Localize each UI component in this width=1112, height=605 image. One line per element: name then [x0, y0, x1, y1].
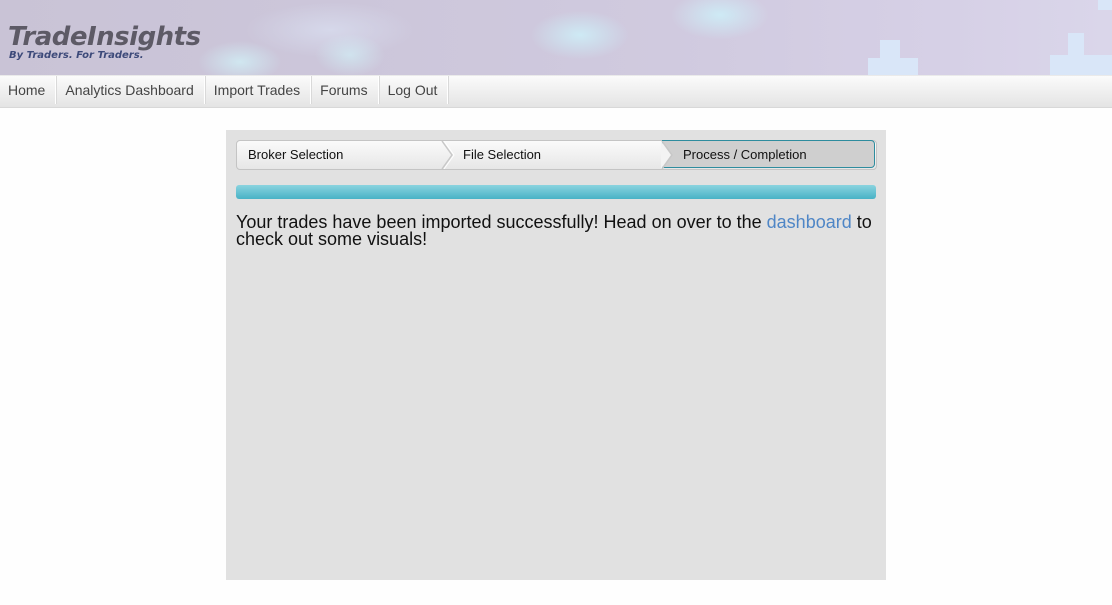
nav-import-trades[interactable]: Import Trades	[206, 76, 312, 104]
nav-analytics-dashboard[interactable]: Analytics Dashboard	[57, 76, 205, 104]
banner-decoration	[868, 58, 918, 75]
banner-decoration	[1050, 55, 1112, 75]
dashboard-link[interactable]: dashboard	[767, 212, 852, 232]
nav-log-out[interactable]: Log Out	[380, 76, 449, 104]
nav-forums[interactable]: Forums	[312, 76, 379, 104]
logo[interactable]: TradeInsights By Traders. For Traders.	[8, 22, 201, 61]
wizard-steps: Broker Selection File Selection Process …	[236, 140, 877, 170]
logo-title: TradeInsights	[8, 22, 201, 52]
nav-home[interactable]: Home	[0, 76, 57, 104]
step-separator-icon	[661, 141, 673, 169]
import-progress-bar	[236, 185, 876, 199]
import-panel: Broker Selection File Selection Process …	[226, 130, 886, 580]
banner-decoration	[1098, 0, 1112, 10]
progress-fill	[236, 185, 876, 199]
header-banner: TradeInsights By Traders. For Traders.	[0, 0, 1112, 75]
success-message: Your trades have been imported successfu…	[236, 212, 881, 248]
step-broker-selection[interactable]: Broker Selection	[237, 141, 452, 169]
step-process-completion[interactable]: Process / Completion	[662, 140, 875, 168]
step-file-selection[interactable]: File Selection	[452, 141, 659, 169]
main-nav: Home Analytics Dashboard Import Trades F…	[0, 75, 1112, 108]
